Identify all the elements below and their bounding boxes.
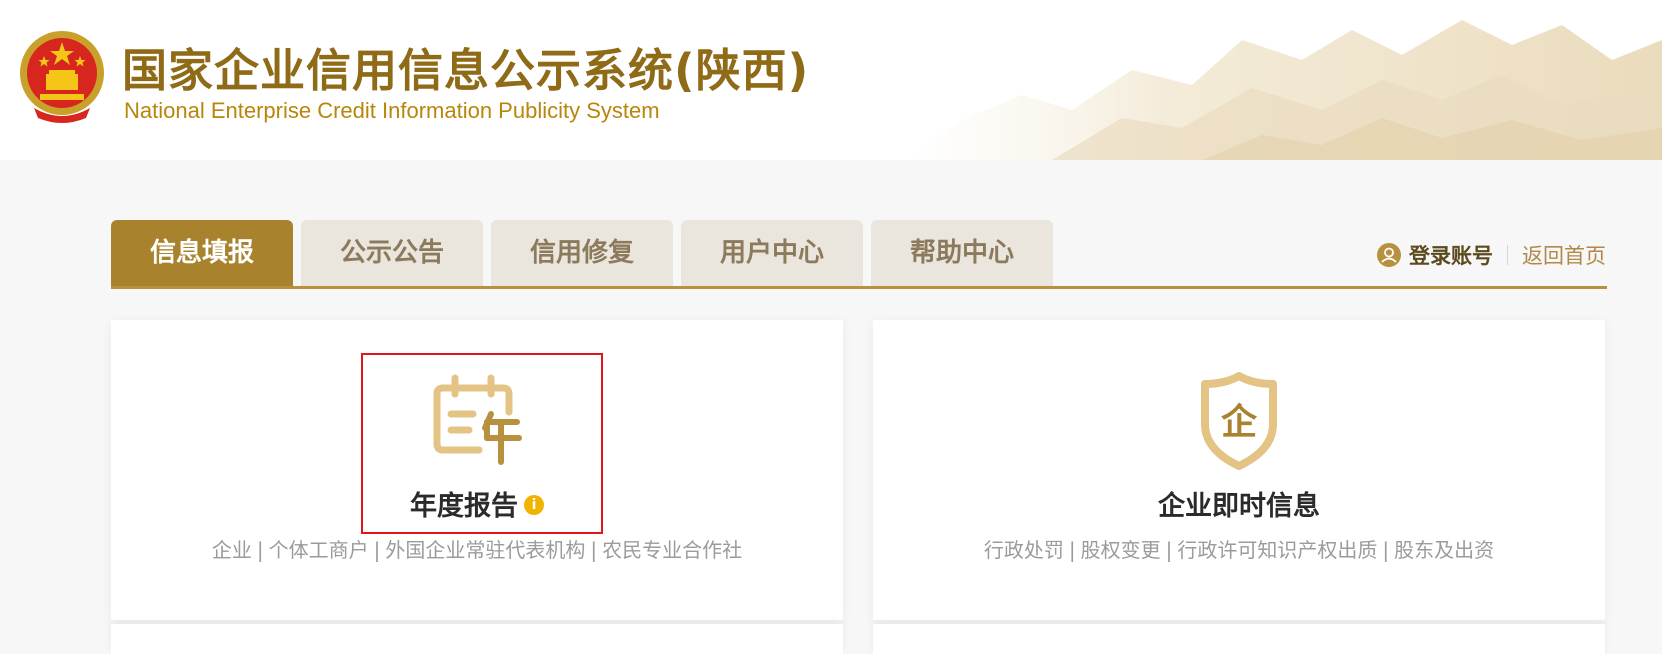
- user-bar-separator: [1507, 245, 1508, 265]
- tab-user-center[interactable]: 用户中心: [681, 220, 863, 287]
- subject-link-foreign-rep-office[interactable]: 外国企业常驻代表机构: [385, 538, 585, 562]
- lower-card-left: [111, 624, 843, 654]
- site-title: 国家企业信用信息公示系统(陕西): [122, 44, 810, 97]
- enterprise-shield-icon: 企: [1201, 372, 1277, 470]
- user-bar: 登录账号 返回首页: [1377, 240, 1606, 270]
- link-separator: |: [1068, 538, 1076, 562]
- annual-report-subjects: 企业 | 个体工商户 | 外国企业常驻代表机构 | 农民专业合作社: [111, 534, 843, 563]
- info-icon[interactable]: i: [524, 494, 544, 515]
- site-header: 国家企业信用信息公示系统(陕西) National Enterprise Cre…: [0, 0, 1662, 160]
- site-subtitle: National Enterprise Credit Information P…: [124, 98, 660, 123]
- subject-link-enterprise[interactable]: 企业: [212, 538, 252, 562]
- tab-credit-repair[interactable]: 信用修复: [491, 220, 673, 287]
- national-emblem-icon: [20, 31, 104, 123]
- link-separator: |: [590, 538, 598, 562]
- link-separator: |: [1382, 538, 1390, 562]
- enterprise-glyph: 企: [1221, 401, 1258, 443]
- calendar-year-icon: [433, 374, 522, 465]
- subject-link-farmer-cooperative[interactable]: 农民专业合作社: [602, 538, 742, 562]
- mountain-background-image: [902, 20, 1662, 160]
- annual-report-label: 年度报告: [410, 491, 518, 522]
- lower-card-right: [873, 624, 1605, 654]
- tab-divider-line: [111, 286, 1607, 289]
- enterprise-instant-info-title: 企业即时信息: [1158, 491, 1320, 522]
- link-separator: |: [373, 538, 381, 562]
- enterprise-instant-info-card[interactable]: 企 企业即时信息 行政处罚 | 股权变更 | 行政许可知识产权出质 | 股东及出资: [873, 320, 1605, 620]
- login-account-link[interactable]: 登录账号: [1409, 240, 1493, 270]
- info-link-administrative-penalty[interactable]: 行政处罚: [984, 538, 1064, 562]
- back-home-link[interactable]: 返回首页: [1522, 240, 1606, 270]
- link-separator: |: [256, 538, 264, 562]
- user-avatar-icon[interactable]: [1377, 243, 1401, 267]
- annual-report-title: 年度报告 i: [111, 484, 843, 523]
- tab-public-notice[interactable]: 公示公告: [301, 220, 483, 287]
- info-link-shareholder-contribution[interactable]: 股东及出资: [1394, 538, 1494, 562]
- info-link-equity-change[interactable]: 股权变更: [1081, 538, 1161, 562]
- enterprise-instant-info-items: 行政处罚 | 股权变更 | 行政许可知识产权出质 | 股东及出资: [873, 534, 1605, 563]
- tab-help-center[interactable]: 帮助中心: [871, 220, 1053, 287]
- annual-report-card[interactable]: 年度报告 i 企业 | 个体工商户 | 外国企业常驻代表机构 | 农民专业合作社: [111, 320, 843, 620]
- link-separator: |: [1165, 538, 1173, 562]
- subject-link-individual-business[interactable]: 个体工商户: [269, 538, 369, 562]
- info-link-license-ip-pledge[interactable]: 行政许可知识产权出质: [1177, 538, 1377, 562]
- tab-info-filing[interactable]: 信息填报: [111, 220, 293, 287]
